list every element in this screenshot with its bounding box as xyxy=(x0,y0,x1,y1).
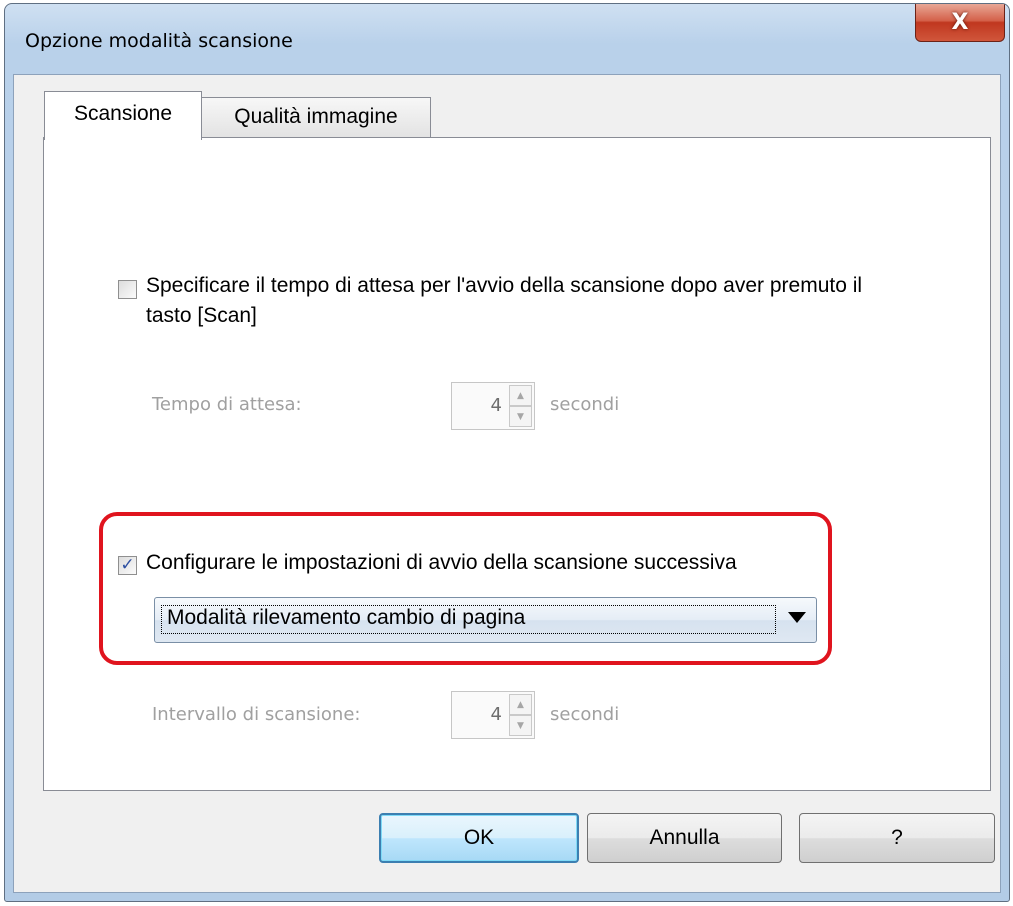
scan-interval-unit: secondi xyxy=(550,704,620,725)
wait-time-spinner: 4 ▲ ▼ xyxy=(451,382,535,430)
dialog-client-area: Scansione Qualità immagine Specificare i… xyxy=(13,74,1001,893)
wait-time-unit: secondi xyxy=(550,394,620,415)
wait-time-checkbox-label[interactable]: Specificare il tempo di attesa per l'avv… xyxy=(146,271,906,331)
wait-time-spin-buttons: ▲ ▼ xyxy=(509,385,532,427)
wait-time-up-icon: ▲ xyxy=(509,385,532,406)
scan-interval-value: 4 xyxy=(490,704,502,725)
dialog-window: Opzione modalità scansione X Scansione Q… xyxy=(4,3,1010,902)
window-title: Opzione modalità scansione xyxy=(25,30,293,52)
tab-scansione[interactable]: Scansione xyxy=(44,91,202,140)
close-icon: X xyxy=(951,10,969,35)
tab-qualita-immagine-label: Qualità immagine xyxy=(234,105,398,128)
scan-interval-label: Intervallo di scansione: xyxy=(152,704,361,725)
help-button[interactable]: ? xyxy=(799,813,995,863)
wait-time-down-icon: ▼ xyxy=(509,406,532,427)
wait-time-label: Tempo di attesa: xyxy=(152,394,302,415)
wait-time-value: 4 xyxy=(490,395,502,416)
scan-interval-up-icon: ▲ xyxy=(509,694,532,715)
next-scan-checkbox[interactable]: ✓ xyxy=(118,556,137,575)
scan-interval-down-icon: ▼ xyxy=(509,715,532,736)
close-button[interactable]: X xyxy=(915,4,1005,42)
scan-interval-spinner: 4 ▲ ▼ xyxy=(451,691,535,739)
scansione-tab-panel: Specificare il tempo di attesa per l'avv… xyxy=(43,137,991,791)
scan-mode-dropdown[interactable]: Modalità rilevamento cambio di pagina xyxy=(154,597,817,643)
title-bar[interactable]: Opzione modalità scansione X xyxy=(5,4,1009,74)
next-scan-checkbox-label[interactable]: Configurare le impostazioni di avvio del… xyxy=(146,548,737,578)
scan-interval-spin-buttons: ▲ ▼ xyxy=(509,694,532,736)
checkmark-icon: ✓ xyxy=(120,555,135,575)
ok-button[interactable]: OK xyxy=(379,813,579,863)
wait-time-checkbox[interactable] xyxy=(118,280,137,299)
scan-mode-selected: Modalità rilevamento cambio di pagina xyxy=(167,606,526,629)
tab-qualita-immagine[interactable]: Qualità immagine xyxy=(201,97,431,138)
tab-scansione-label: Scansione xyxy=(73,102,173,125)
cancel-button[interactable]: Annulla xyxy=(587,813,782,863)
chevron-down-icon xyxy=(788,612,806,623)
